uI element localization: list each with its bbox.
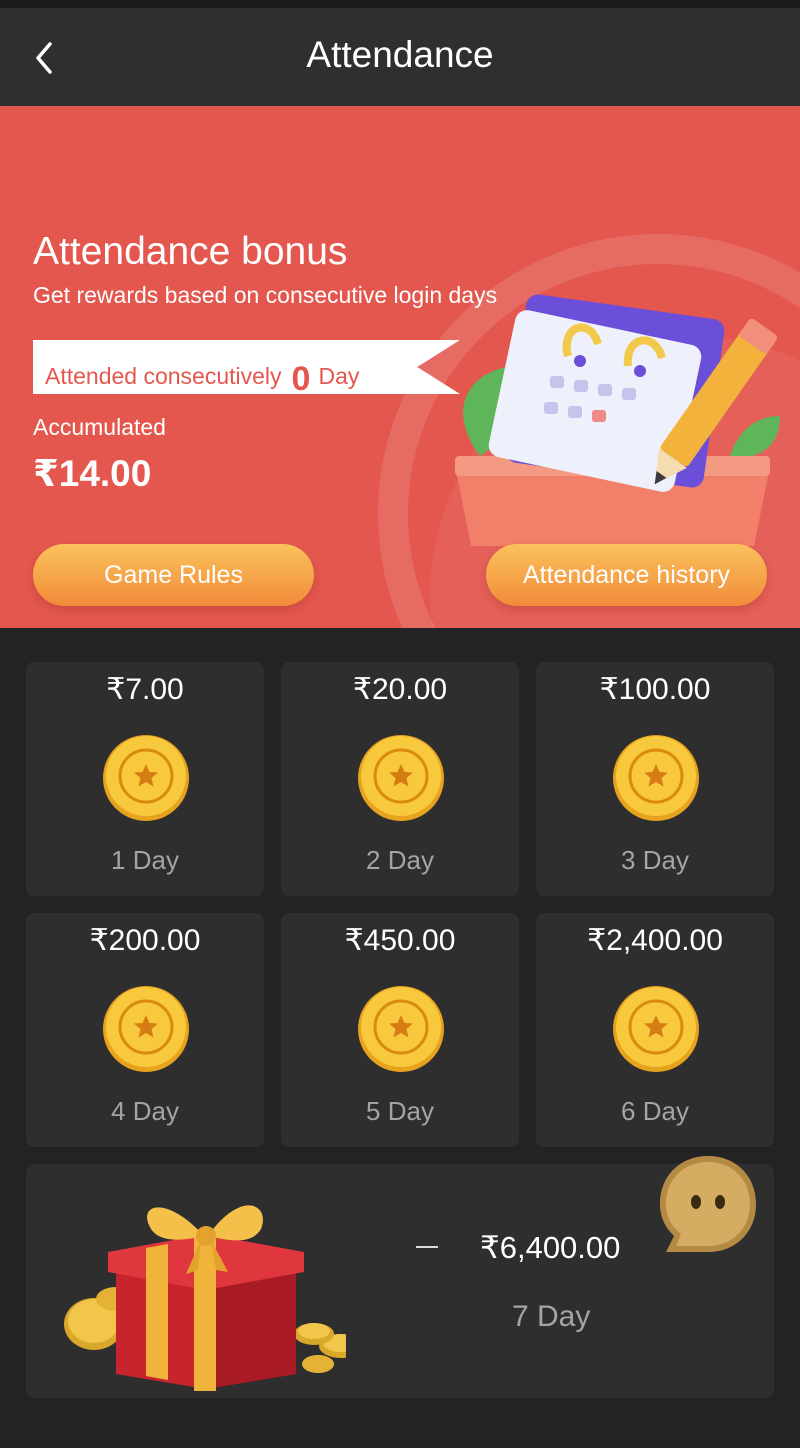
banner-title: Attendance bonus [33,230,348,273]
day-label: 2 Day [366,845,434,875]
coin-icon [613,986,699,1072]
customer-service-button[interactable] [656,1152,760,1256]
day-label: 3 Day [621,845,689,875]
page-title: Attendance [306,34,494,75]
day-reward-amount: ₹100.00 [599,673,711,706]
consecutive-days-ribbon: Attended consecutively 0 Day [33,340,460,394]
day-reward-amount: ₹7.00 [106,673,184,706]
day-card-2[interactable]: ₹20.00 2 Day [281,662,519,896]
day-card-6[interactable]: ₹2,400.00 6 Day [536,913,774,1147]
day-label: 7 Day [512,1300,591,1333]
status-strip [0,0,800,8]
attendance-banner: Attendance bonus Get rewards based on co… [0,106,800,628]
ribbon-suffix: Day [318,363,360,389]
day-card-4[interactable]: ₹200.00 4 Day [26,913,264,1147]
coin-icon [103,735,189,821]
day-reward-amount: ₹6,400.00 [480,1230,621,1265]
top-bar: Attendance [0,8,800,106]
day-reward-amount: ₹450.00 [344,924,456,957]
day-reward-amount: ₹2,400.00 [587,924,723,957]
coin-icon [358,986,444,1072]
accumulated-label: Accumulated [33,414,166,440]
coin-icon [103,986,189,1072]
day-label: 1 Day [111,845,179,875]
consecutive-day-count: 0 [291,360,311,398]
chat-bubble-icon [660,1156,756,1252]
day-card-1[interactable]: ₹7.00 1 Day [26,662,264,896]
day-card-3[interactable]: ₹100.00 3 Day [536,662,774,896]
accumulated-value: ₹14.00 [33,453,152,494]
day-label: 6 Day [621,1096,689,1126]
day-reward-amount: ₹200.00 [89,924,201,957]
day-label: 5 Day [366,1096,434,1126]
divider-dash [416,1246,438,1248]
attendance-history-button[interactable]: Attendance history [486,544,767,606]
day-reward-amount: ₹20.00 [352,673,448,706]
coin-icon [613,735,699,821]
gift-box-icon [64,1205,346,1391]
ribbon-prefix: Attended consecutively [45,363,282,389]
game-rules-button[interactable]: Game Rules [33,544,314,606]
day-card-5[interactable]: ₹450.00 5 Day [281,913,519,1147]
banner-subtitle: Get rewards based on consecutive login d… [33,282,498,308]
coin-icon [358,735,444,821]
day-label: 4 Day [111,1096,179,1126]
